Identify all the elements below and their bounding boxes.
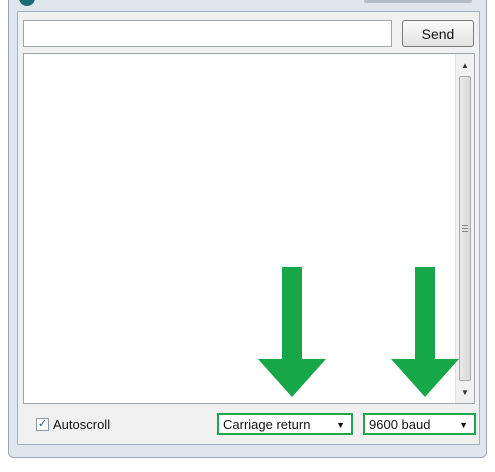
- line-ending-select[interactable]: Carriage return ▼: [217, 413, 353, 435]
- bottom-toolbar: ✓ Autoscroll Carriage return ▼ 9600 baud…: [18, 408, 479, 442]
- scroll-up-arrow-icon[interactable]: ▲: [456, 56, 474, 74]
- line-ending-value: Carriage return: [223, 416, 311, 432]
- baud-rate-select[interactable]: 9600 baud ▼: [363, 413, 476, 435]
- send-button[interactable]: Send: [402, 20, 474, 47]
- baud-rate-value: 9600 baud: [369, 416, 431, 432]
- down-arrow-icon-line-ending: [258, 267, 326, 397]
- serial-input[interactable]: [23, 20, 392, 47]
- serial-monitor-panel: Send ▲ ▼ ✓ Autoscroll Carriage return ▼ …: [17, 11, 480, 445]
- autoscroll-label: Autoscroll: [53, 417, 111, 432]
- autoscroll-checkbox[interactable]: ✓: [36, 418, 49, 431]
- title-bar-edge: [364, 0, 472, 3]
- serial-monitor-window: Send ▲ ▼ ✓ Autoscroll Carriage return ▼ …: [8, 0, 487, 458]
- chevron-down-icon: ▼: [336, 420, 345, 430]
- chevron-down-icon: ▼: [459, 420, 468, 430]
- thumb-grip-icon: [462, 225, 468, 232]
- down-arrow-icon-baud: [391, 267, 459, 397]
- autoscroll-toggle[interactable]: ✓ Autoscroll: [36, 417, 110, 432]
- app-icon: [19, 0, 35, 6]
- scrollbar-thumb[interactable]: [459, 76, 471, 381]
